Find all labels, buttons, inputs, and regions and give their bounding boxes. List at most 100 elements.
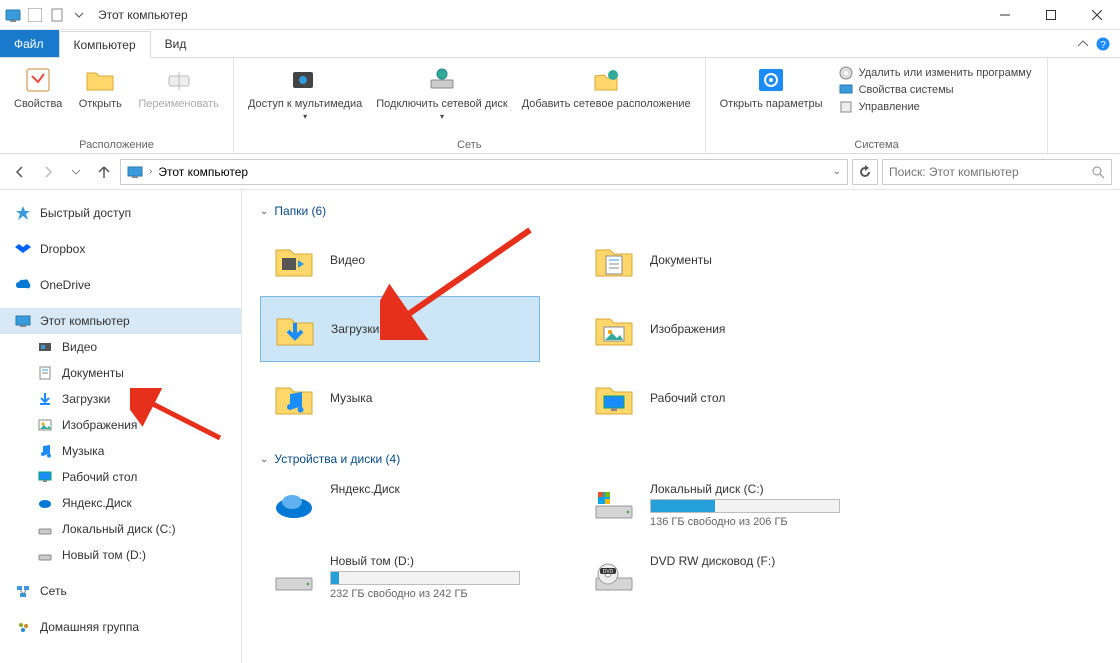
device-icon <box>272 482 316 526</box>
system-properties-link[interactable]: Свойства системы <box>839 83 1032 97</box>
nav-back-button[interactable] <box>8 160 32 184</box>
qat-new-icon[interactable] <box>48 6 66 24</box>
folders-section-header[interactable]: ⌄ Папки (6) <box>260 204 1102 218</box>
folder-name: Музыка <box>330 391 372 405</box>
video-icon <box>36 338 54 356</box>
media-access-button[interactable]: Доступ к мультимедиа▾ <box>242 62 368 137</box>
media-icon <box>289 64 321 96</box>
rename-icon <box>163 64 195 96</box>
manage-link[interactable]: Управление <box>839 100 1032 114</box>
sidebar-homegroup[interactable]: Домашняя группа <box>0 614 241 640</box>
qat-dropdown-icon[interactable] <box>70 6 88 24</box>
sidebar-quick-access[interactable]: Быстрый доступ <box>0 200 241 226</box>
sidebar-network[interactable]: Сеть <box>0 578 241 604</box>
storage-free-text: 232 ГБ свободно из 242 ГБ <box>330 588 520 600</box>
folder-open-icon <box>84 64 116 96</box>
drive-icon <box>36 520 54 538</box>
navigation-pane: Быстрый доступ Dropbox OneDrive Этот ком… <box>0 190 242 663</box>
device-icon <box>272 554 316 598</box>
folder-icon <box>592 238 636 282</box>
sidebar-item-documents[interactable]: Документы <box>0 360 241 386</box>
close-button[interactable] <box>1074 0 1120 30</box>
sidebar-item-desktop[interactable]: Рабочий стол <box>0 464 241 490</box>
folder-tile[interactable]: Изображения <box>580 296 860 362</box>
folder-name: Рабочий стол <box>650 391 725 405</box>
folder-name: Документы <box>650 253 712 267</box>
main-area: Быстрый доступ Dropbox OneDrive Этот ком… <box>0 190 1120 663</box>
sidebar-item-yandex-disk[interactable]: Яндекс.Диск <box>0 490 241 516</box>
help-icon[interactable]: ? <box>1096 37 1110 51</box>
ribbon-tabs: Файл Компьютер Вид ? <box>0 30 1120 58</box>
folder-icon <box>272 376 316 420</box>
chevron-down-icon: ⌄ <box>260 454 268 465</box>
add-network-location-button[interactable]: Добавить сетевое расположение <box>516 62 697 137</box>
folder-icon <box>273 307 317 351</box>
titlebar: Этот компьютер <box>0 0 1120 30</box>
folder-tile[interactable]: Документы <box>580 228 860 292</box>
sidebar-item-pictures[interactable]: Изображения <box>0 412 241 438</box>
search-field[interactable] <box>882 159 1112 185</box>
ribbon-group-location: Свойства Открыть Переименовать Расположе… <box>0 58 234 153</box>
ribbon-group-network: Доступ к мультимедиа▾ Подключить сетевой… <box>234 58 706 153</box>
desktop-icon <box>36 468 54 486</box>
nav-forward-button[interactable] <box>36 160 60 184</box>
device-tile[interactable]: Яндекс.Диск <box>260 476 540 534</box>
chevron-right-icon[interactable]: › <box>149 166 152 177</box>
folder-tile[interactable]: Музыка <box>260 366 540 430</box>
address-field[interactable]: › Этот компьютер ⌄ <box>120 159 848 185</box>
device-icon <box>592 482 636 526</box>
homegroup-icon <box>14 618 32 636</box>
device-tile[interactable]: Новый том (D:)232 ГБ свободно из 242 ГБ <box>260 548 540 606</box>
ribbon-group-label: Сеть <box>457 139 481 151</box>
sidebar-this-pc[interactable]: Этот компьютер <box>0 308 241 334</box>
network-location-icon <box>590 64 622 96</box>
properties-button[interactable]: Свойства <box>8 62 68 137</box>
device-tile[interactable]: Локальный диск (C:)136 ГБ свободно из 20… <box>580 476 860 534</box>
sidebar-item-video[interactable]: Видео <box>0 334 241 360</box>
tab-file[interactable]: Файл <box>0 30 59 57</box>
open-button[interactable]: Открыть <box>70 62 130 137</box>
uninstall-programs-link[interactable]: Удалить или изменить программу <box>839 66 1032 80</box>
app-icon <box>4 6 22 24</box>
monitor-icon <box>839 83 853 97</box>
tab-computer[interactable]: Компьютер <box>59 31 151 58</box>
document-icon <box>36 364 54 382</box>
search-icon <box>1091 165 1105 179</box>
qat-save-icon[interactable] <box>26 6 44 24</box>
ribbon-collapse-icon[interactable] <box>1078 39 1088 49</box>
minimize-button[interactable] <box>982 0 1028 30</box>
properties-icon <box>22 64 54 96</box>
device-tile[interactable]: DVDDVD RW дисковод (F:) <box>580 548 860 606</box>
sidebar-onedrive[interactable]: OneDrive <box>0 272 241 298</box>
map-drive-button[interactable]: Подключить сетевой диск▾ <box>370 62 513 137</box>
music-icon <box>36 442 54 460</box>
drive-icon <box>36 546 54 564</box>
nav-up-button[interactable] <box>92 160 116 184</box>
folder-name: Загрузки <box>331 322 379 336</box>
folder-tile[interactable]: Видео <box>260 228 540 292</box>
sidebar-dropbox[interactable]: Dropbox <box>0 236 241 262</box>
folder-tile[interactable]: Рабочий стол <box>580 366 860 430</box>
folder-tile[interactable]: Загрузки <box>260 296 540 362</box>
download-icon <box>36 390 54 408</box>
computer-icon <box>127 164 143 180</box>
folder-icon <box>592 307 636 351</box>
sidebar-item-downloads[interactable]: Загрузки <box>0 386 241 412</box>
computer-icon <box>14 312 32 330</box>
search-input[interactable] <box>889 165 1091 179</box>
refresh-button[interactable] <box>852 159 878 185</box>
devices-section-header[interactable]: ⌄ Устройства и диски (4) <box>260 452 1102 466</box>
onedrive-icon <box>14 276 32 294</box>
tab-view[interactable]: Вид <box>151 30 202 57</box>
maximize-button[interactable] <box>1028 0 1074 30</box>
nav-recent-dropdown[interactable] <box>64 160 88 184</box>
dropbox-icon <box>14 240 32 258</box>
device-name: DVD RW дисковод (F:) <box>650 554 775 568</box>
sidebar-item-music[interactable]: Музыка <box>0 438 241 464</box>
sidebar-item-drive-d[interactable]: Новый том (D:) <box>0 542 241 568</box>
chevron-down-icon: ⌄ <box>260 206 268 217</box>
open-settings-button[interactable]: Открыть параметры <box>714 62 829 137</box>
address-segment[interactable]: Этот компьютер <box>158 165 248 179</box>
sidebar-item-drive-c[interactable]: Локальный диск (C:) <box>0 516 241 542</box>
address-dropdown-icon[interactable]: ⌄ <box>833 166 841 177</box>
